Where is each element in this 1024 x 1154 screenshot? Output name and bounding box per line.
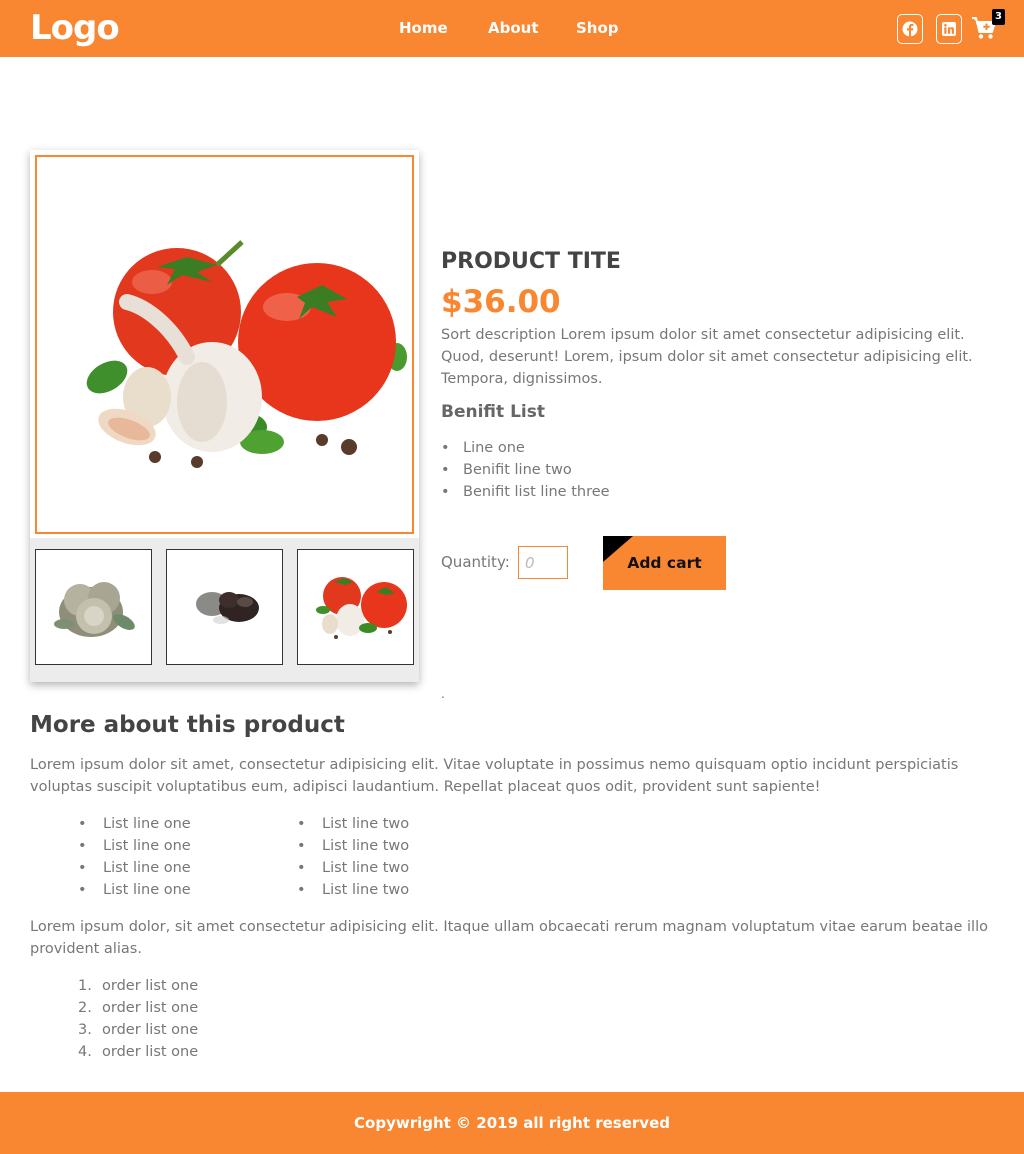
add-cart-label: Add cart [627,554,702,572]
ordered-text: order list one [102,1044,199,1060]
site-footer: Copywright © 2019 all right reserved [0,1092,1024,1154]
more-heading: More about this product [30,712,345,738]
quantity-input[interactable] [518,546,568,579]
list-item: List line two [297,879,409,901]
add-cart-button[interactable]: Add cart [603,536,726,590]
cart-count-badge: 3 [992,9,1005,25]
benefit-item: Benifit line two [441,459,610,481]
nav-home-link[interactable]: Home [399,19,448,37]
more-paragraph-2: Lorem ipsum dolor, sit amet consectetur … [30,919,988,957]
ordered-list-item: 1. order list one [78,975,198,997]
main-image-frame [30,150,419,538]
product-price: $36.00 [441,284,561,320]
ordered-number: 3. [78,1022,92,1038]
product-description: Sort description Lorem ipsum dolor sit a… [441,327,973,387]
ordered-list-item: 2. order list one [78,997,198,1019]
main-product-image[interactable] [35,155,414,534]
thumbnail-tomatoes-garlic[interactable] [297,549,414,665]
ordered-number: 4. [78,1044,92,1060]
ordered-number: 1. [78,978,92,994]
separator-dot: . [441,687,445,701]
benefit-item: Benifit list line three [441,481,610,503]
thumbnail-dark-fruit[interactable] [166,549,283,665]
benefit-heading: Benifit List [441,402,545,422]
logo[interactable]: Logo [30,8,120,48]
list-column-2: List line two List line two List line tw… [297,813,409,901]
quantity-label: Quantity: [441,553,510,571]
list-item: List line one [78,813,191,835]
thumbnail-citrus[interactable] [35,549,152,665]
nav-shop-link[interactable]: Shop [576,19,619,37]
facebook-icon[interactable] [897,14,923,44]
ordered-list-item: 3. order list one [78,1019,198,1041]
ordered-text: order list one [102,1000,199,1016]
copyright-text: Copywright © 2019 all right reserved [354,1114,670,1132]
ordered-list-item: 4. order list one [78,1041,198,1063]
nav-about-link[interactable]: About [488,19,539,37]
site-header: Logo Home About Shop 3 [0,0,1024,57]
ordered-number: 2. [78,1000,92,1016]
list-item: List line two [297,857,409,879]
linkedin-icon[interactable] [936,14,962,44]
ordered-text: order list one [102,1022,199,1038]
list-item: List line two [297,835,409,857]
benefit-item: Line one [441,437,610,459]
list-item: List line one [78,879,191,901]
list-item: List line one [78,857,191,879]
ordered-list: 1. order list one 2. order list one 3. orde… [78,975,198,1063]
list-item: List line two [297,813,409,835]
product-gallery [30,150,419,682]
benefit-list: Line one Benifit line two Benifit list l… [441,437,610,503]
product-title: PRODUCT TITE [441,249,621,274]
ordered-text: order list one [102,978,199,994]
list-column-1: List line one List line one List line on… [78,813,191,901]
more-paragraph-1: Lorem ipsum dolor sit amet, consectetur … [30,757,959,795]
list-item: List line one [78,835,191,857]
